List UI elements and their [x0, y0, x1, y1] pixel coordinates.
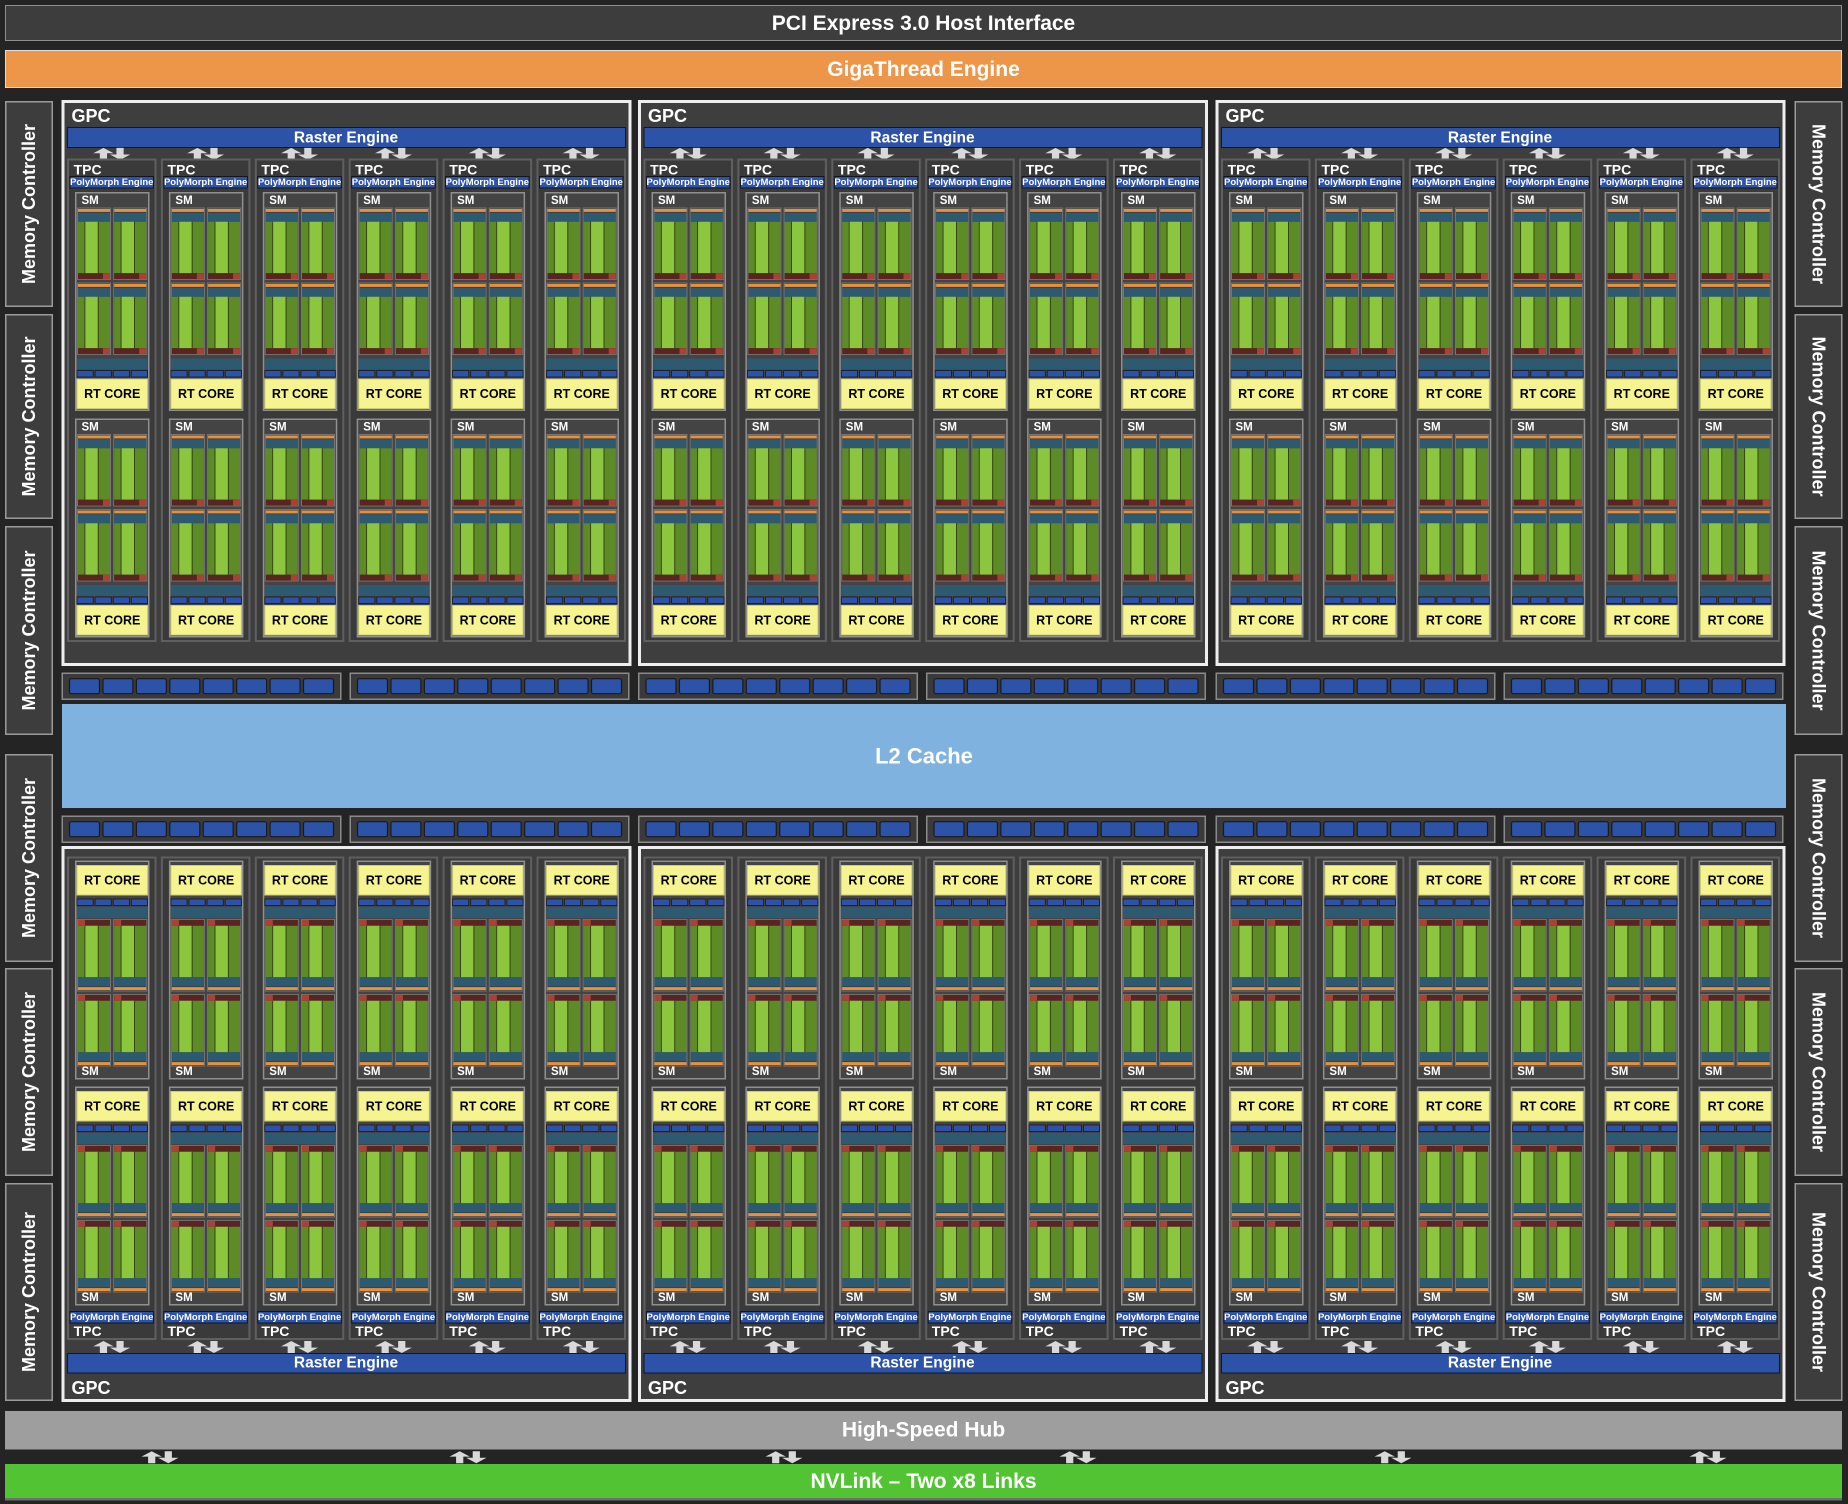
- svg-text:GigaThread Engine: GigaThread Engine: [827, 58, 1020, 81]
- svg-text:NVLink – Two x8 Links: NVLink – Two x8 Links: [811, 1470, 1037, 1493]
- svg-text:PCI Express 3.0 Host Interface: PCI Express 3.0 Host Interface: [772, 12, 1075, 35]
- svg-text:Memory Controller: Memory Controller: [19, 550, 39, 710]
- svg-text:Memory Controller: Memory Controller: [19, 1212, 39, 1372]
- svg-text:High-Speed Hub: High-Speed Hub: [842, 1419, 1005, 1442]
- svg-text:Memory Controller: Memory Controller: [1809, 1212, 1829, 1372]
- svg-text:Memory Controller: Memory Controller: [1809, 778, 1829, 938]
- svg-text:L2 Cache: L2 Cache: [875, 744, 973, 769]
- svg-text:Memory Controller: Memory Controller: [1809, 992, 1829, 1152]
- svg-text:Memory Controller: Memory Controller: [1809, 550, 1829, 710]
- svg-text:Memory Controller: Memory Controller: [19, 992, 39, 1152]
- svg-text:Memory Controller: Memory Controller: [1809, 336, 1829, 496]
- svg-text:Memory Controller: Memory Controller: [19, 336, 39, 496]
- svg-text:Memory Controller: Memory Controller: [19, 124, 39, 284]
- svg-text:Memory Controller: Memory Controller: [19, 778, 39, 938]
- svg-text:Memory Controller: Memory Controller: [1809, 124, 1829, 284]
